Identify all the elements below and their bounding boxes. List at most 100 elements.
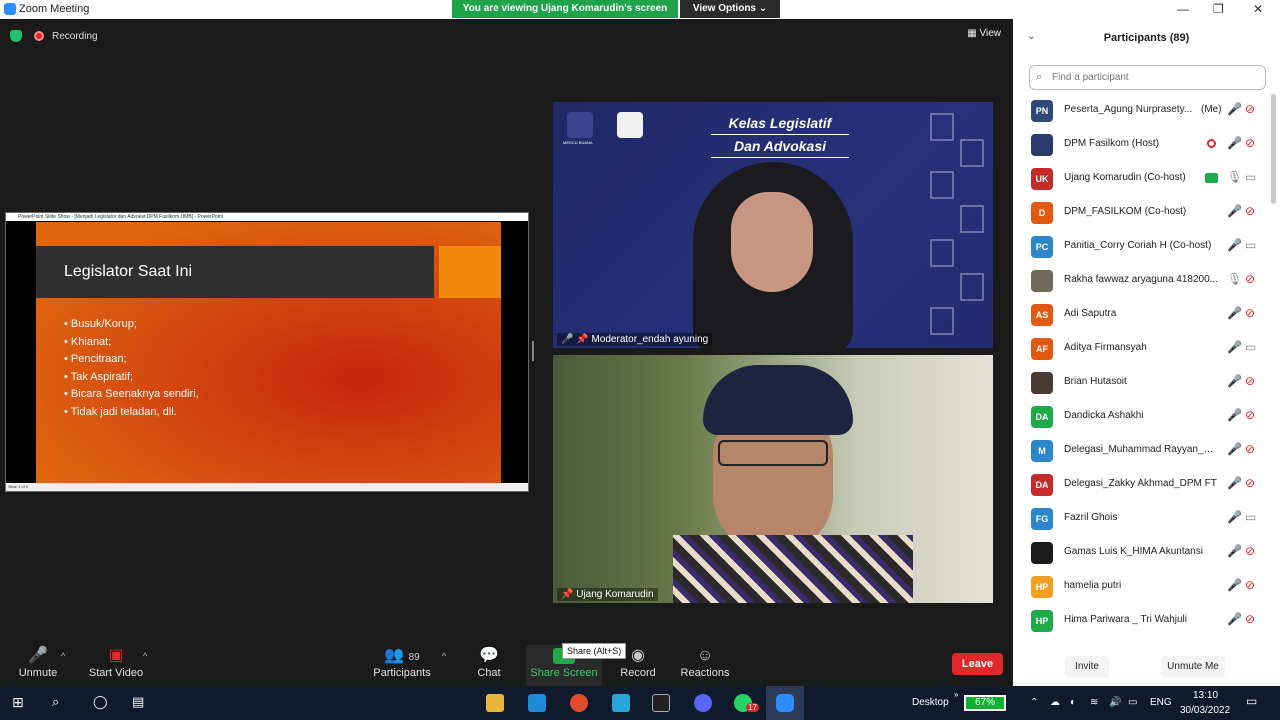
mic-muted-icon[interactable]: 🎤 [1227, 544, 1242, 558]
participant-row[interactable]: AS Adi Saputra 🎤 ⊘ [1013, 298, 1268, 332]
audio-options-caret[interactable]: ^ [61, 651, 65, 661]
search-icon[interactable]: ⌕ [52, 694, 59, 710]
participant-row[interactable]: DA Delegasi_Zakky Akhmad_DPM FT 🎤 ⊘ [1013, 468, 1268, 502]
mic-muted-icon[interactable]: 🎤 [1227, 238, 1242, 252]
participant-row[interactable]: HP Hima Pariwara _ Tri Wahjuli 🎤 ⊘ [1013, 604, 1268, 638]
battery-tray-icon[interactable]: ▭ [1128, 697, 1137, 708]
camera-off-icon[interactable]: ⊘ [1245, 272, 1255, 286]
participant-row[interactable]: PC Panitia_Corry Coriah H (Co-host) 🎤 ▭ [1013, 230, 1268, 264]
participants-options-caret[interactable]: ^ [442, 651, 446, 661]
collapse-panel-icon[interactable]: ⌄ [1027, 31, 1035, 42]
glasses-shape [718, 440, 828, 466]
clock-date[interactable]: 30/03/2022 [1180, 705, 1230, 716]
camera-on-icon[interactable]: ▭ [1245, 238, 1256, 252]
mic-muted-icon[interactable]: 🎤 [1227, 578, 1242, 592]
network-icon[interactable]: ◐ [1070, 697, 1076, 708]
participants-scrollbar[interactable] [1271, 94, 1276, 204]
camera-off-icon[interactable]: ⊘ [1245, 136, 1255, 150]
mic-muted-icon[interactable]: 🎤 [1227, 102, 1242, 116]
camera-off-icon[interactable]: ⊘ [1245, 306, 1255, 320]
minimize-button[interactable]: — [1177, 2, 1189, 16]
participant-row[interactable]: Gamas Luis K_HIMA Akuntansi 🎤 ⊘ [1013, 536, 1268, 570]
mic-on-icon[interactable]: 🎙 [1227, 272, 1242, 286]
participant-row[interactable]: AF Aditya Firmansyah 🎤 ▭ [1013, 332, 1268, 366]
shield-icon[interactable] [10, 30, 22, 42]
mic-muted-icon[interactable]: 🎤 [1227, 510, 1242, 524]
reactions-button[interactable]: ☺ Reactions [680, 645, 730, 679]
chat-button[interactable]: 💬 Chat [470, 645, 508, 679]
camera-off-icon[interactable]: ⊘ [1245, 102, 1255, 116]
camera-off-icon[interactable]: ⊘ [1245, 544, 1255, 558]
participant-row[interactable]: PN Peserta_Agung Nurprasety... (Me) 🎤 ⊘ [1013, 94, 1268, 128]
mic-muted-icon: 🎤 [28, 647, 48, 664]
view-options-button[interactable]: View Options ⌄ [680, 0, 780, 18]
battery-indicator[interactable]: 67% [964, 695, 1006, 711]
video-options-caret[interactable]: ^ [143, 651, 147, 661]
unmute-button[interactable]: 🎤 Unmute [18, 645, 58, 679]
tray-expand-icon[interactable]: ⌃ [1030, 697, 1038, 708]
participant-row[interactable]: M Delegasi_Muhammad Rayyan_BE... 🎤 ⊘ [1013, 434, 1268, 468]
camera-off-icon[interactable]: ⊘ [1245, 204, 1255, 218]
mic-muted-icon[interactable]: 🎤 [1227, 476, 1242, 490]
participant-name: Rakha fawwaz aryaguna 418200... [1064, 274, 1218, 285]
participant-row[interactable]: Rakha fawwaz aryaguna 418200... 🎙 ⊘ [1013, 264, 1268, 298]
camera-off-icon[interactable]: ⊘ [1245, 374, 1255, 388]
mic-on-icon[interactable]: 🎙 [1227, 170, 1242, 184]
wifi-icon[interactable]: ≋ [1090, 697, 1098, 708]
participant-row[interactable]: DPM Fasilkom (Host) 🎤 ⊘ [1013, 128, 1268, 162]
mic-muted-icon[interactable]: 🎤 [1227, 612, 1242, 626]
camera-off-icon[interactable]: ⊘ [1245, 612, 1255, 626]
participant-row[interactable]: DA Dandicka Ashakhi 🎤 ⊘ [1013, 400, 1268, 434]
mic-muted-icon[interactable]: 🎤 [1227, 442, 1242, 456]
mic-muted-icon[interactable]: 🎤 [1227, 374, 1242, 388]
close-button[interactable]: ✕ [1253, 2, 1263, 16]
camera-on-icon[interactable]: ▭ [1245, 510, 1256, 524]
mic-muted-icon[interactable]: 🎤 [1227, 408, 1242, 422]
file-explorer-icon[interactable] [486, 694, 504, 712]
language-indicator[interactable]: ENG [1150, 697, 1172, 708]
camera-off-icon[interactable]: ⊘ [1245, 578, 1255, 592]
video-tile-speaker[interactable]: 📌 Ujang Komarudin [553, 355, 993, 603]
cortana-icon[interactable]: ◯ [93, 694, 108, 710]
participant-row[interactable]: UK Ujang Komarudin (Co-host) 🎙 ▭ [1013, 162, 1268, 196]
desktop-toolbar-label[interactable]: Desktop [912, 697, 949, 708]
split-view-handle[interactable] [532, 341, 534, 361]
participant-row[interactable]: FG Fazril Ghois 🎤 ▭ [1013, 502, 1268, 536]
maximize-button[interactable]: ❐ [1213, 2, 1224, 16]
mic-muted-icon[interactable]: 🎤 [1227, 306, 1242, 320]
notification-icon[interactable]: ▭ [1246, 694, 1257, 708]
participant-search-input[interactable]: ⌕ Find a participant [1029, 65, 1266, 90]
participant-row[interactable]: Brian Hutasoit 🎤 ⊘ [1013, 366, 1268, 400]
camera-on-icon[interactable]: ▭ [1245, 170, 1256, 184]
unmute-me-button[interactable]: Unmute Me [1161, 656, 1225, 678]
participant-name: hamelia putri [1064, 580, 1122, 591]
slide-bullet-list: Busuk/Korup; Khianat; Pencitraan; Tak As… [64, 316, 199, 421]
mic-muted-icon[interactable]: 🎤 [1227, 136, 1242, 150]
mic-muted-icon[interactable]: 🎤 [1227, 340, 1242, 354]
windows-start-icon[interactable]: ⊞ [12, 694, 24, 711]
discord-icon[interactable] [694, 694, 712, 712]
chrome-icon[interactable] [570, 694, 588, 712]
vscode-icon[interactable] [528, 694, 546, 712]
view-button[interactable]: ▦ View [967, 28, 1001, 39]
camera-on-icon[interactable]: ▭ [1245, 340, 1256, 354]
leave-button[interactable]: Leave [952, 653, 1003, 675]
participant-row[interactable]: HP hamelia putri 🎤 ⊘ [1013, 570, 1268, 604]
participant-row[interactable]: D DPM_FASILKOM (Co-host) 🎤 ⊘ [1013, 196, 1268, 230]
start-video-button[interactable]: ▣ Start Video [88, 645, 144, 679]
camera-off-icon[interactable]: ⊘ [1245, 476, 1255, 490]
camera-off-icon[interactable]: ⊘ [1245, 442, 1255, 456]
toolbar-expand-icon[interactable]: » [954, 690, 958, 699]
zoom-taskbar-icon[interactable] [776, 694, 794, 712]
video-tile-moderator[interactable]: MERCU BUANA Kelas Legislatif Dan Advokas… [553, 102, 993, 348]
participants-button[interactable]: 👥 89 Participants [372, 645, 432, 679]
launcher-icon[interactable] [612, 694, 630, 712]
task-view-icon[interactable]: ▤ [132, 694, 144, 710]
camera-off-icon[interactable]: ⊘ [1245, 408, 1255, 422]
mic-muted-icon[interactable]: 🎤 [1227, 204, 1242, 218]
volume-icon[interactable]: 🔊 [1109, 697, 1121, 708]
onedrive-icon[interactable]: ☁ [1050, 697, 1060, 708]
epic-games-icon[interactable] [652, 694, 670, 712]
clock-time[interactable]: 13:10 [1193, 690, 1218, 701]
invite-button[interactable]: Invite [1065, 656, 1109, 678]
